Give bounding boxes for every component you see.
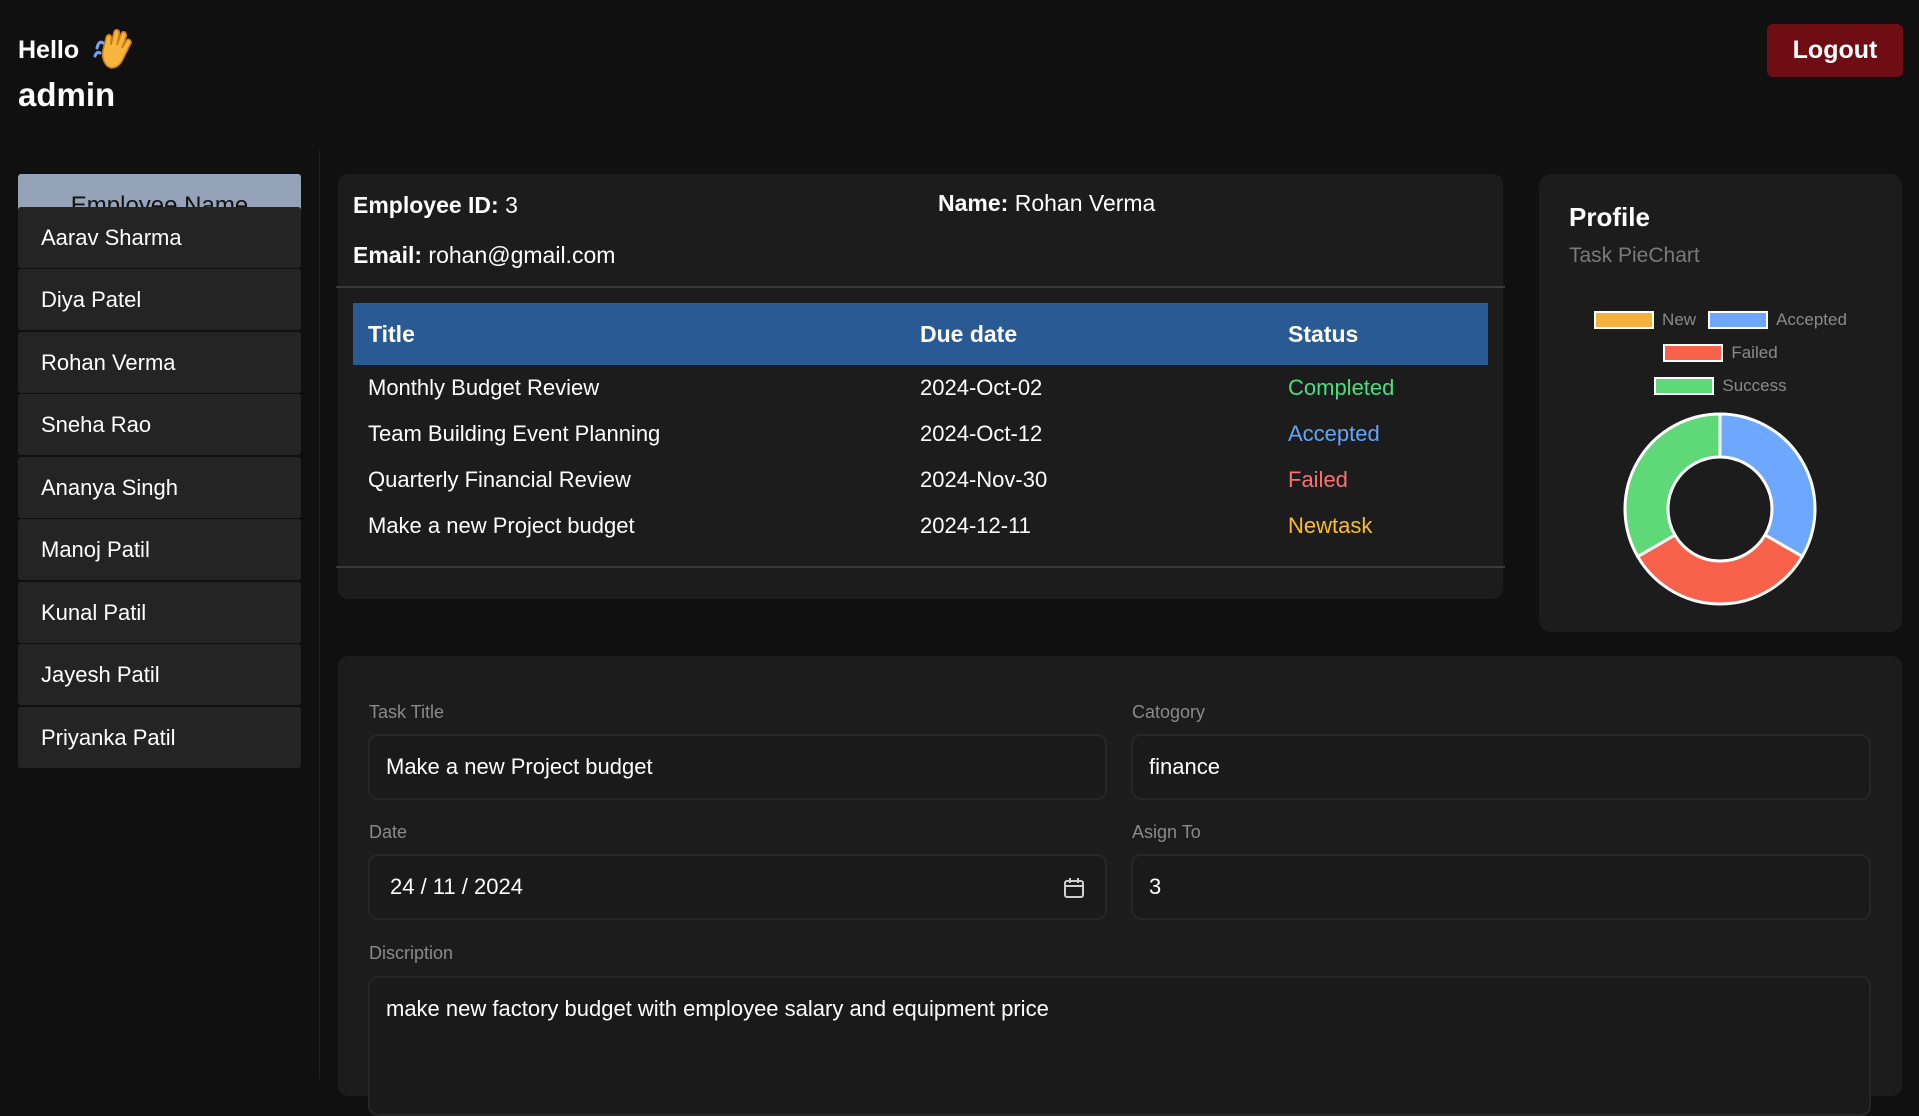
legend-label: Failed bbox=[1731, 343, 1778, 362]
pie-slice-failed[interactable] bbox=[1635, 532, 1805, 606]
legend-item-accepted[interactable]: Accepted bbox=[1708, 310, 1847, 330]
employee-name: Name: Rohan Verma bbox=[938, 190, 1155, 217]
sidebar-item-employee[interactable]: Aarav Sharma bbox=[18, 207, 301, 268]
sidebar-item-employee[interactable]: Diya Patel bbox=[18, 269, 301, 330]
legend-swatch bbox=[1663, 344, 1724, 362]
column-header-title: Title bbox=[368, 320, 415, 347]
task-title-input[interactable]: Make a new Project budget bbox=[368, 734, 1107, 800]
employee-details-panel: Employee ID: 3 Name: Rohan Verma Email: … bbox=[336, 174, 1505, 599]
table-cell-title: Make a new Project budget bbox=[368, 513, 635, 538]
divider bbox=[336, 566, 1505, 568]
employee-email-value: rohan@gmail.com bbox=[428, 242, 616, 268]
description-label: Discription bbox=[369, 943, 454, 963]
table-cell-due: 2024-Oct-02 bbox=[920, 375, 1043, 400]
task-pie-chart bbox=[1623, 412, 1817, 606]
sidebar-item-employee[interactable]: Ananya Singh bbox=[18, 457, 301, 518]
hello-text: Hello bbox=[18, 35, 80, 64]
legend-swatch bbox=[1654, 377, 1715, 395]
column-header-status: Status bbox=[1288, 320, 1359, 347]
sidebar-item-employee[interactable]: Rohan Verma bbox=[18, 332, 301, 393]
employee-name-value: Rohan Verma bbox=[1014, 190, 1156, 216]
description-textarea[interactable]: make new factory budget with employee sa… bbox=[368, 976, 1871, 1116]
employee-email-label: Email: bbox=[353, 242, 423, 268]
employee-email: Email: rohan@gmail.com bbox=[353, 242, 615, 269]
sidebar-item-employee[interactable]: Priyanka Patil bbox=[18, 707, 301, 768]
hello-line: Hello bbox=[18, 26, 139, 74]
table-cell-status: Newtask bbox=[1288, 513, 1373, 538]
assign-to-label: Asign To bbox=[1132, 822, 1201, 842]
table-row[interactable]: Quarterly Financial Review 2024-Nov-30 Fai… bbox=[353, 457, 1488, 503]
table-cell-due: 2024-Oct-12 bbox=[920, 421, 1043, 446]
calendar-icon[interactable] bbox=[1063, 877, 1085, 899]
task-title-label: Task Title bbox=[369, 702, 445, 722]
waving-hand-icon bbox=[93, 29, 132, 69]
date-input[interactable]: 24 / 11 / 2024 bbox=[368, 854, 1107, 920]
legend-item-new[interactable]: New bbox=[1594, 310, 1696, 330]
legend-item-success[interactable]: Success bbox=[1654, 376, 1787, 396]
task-table-body: Monthly Budget Review 2024-Oct-02 Complete… bbox=[353, 365, 1488, 549]
logout-button[interactable]: Logout bbox=[1767, 24, 1903, 77]
table-cell-due: 2024-Nov-30 bbox=[920, 467, 1048, 492]
employee-name-label: Name: bbox=[938, 190, 1009, 216]
legend-swatch bbox=[1594, 311, 1655, 329]
table-cell-status: Accepted bbox=[1288, 421, 1380, 446]
table-header-row: Title Due date Status bbox=[353, 303, 1488, 365]
task-pie-chart-svg bbox=[1623, 412, 1817, 606]
table-row[interactable]: Team Building Event Planning 2024-Oct-12 A… bbox=[353, 411, 1488, 457]
employee-id: Employee ID: 3 bbox=[353, 192, 518, 219]
column-header-due-date: Due date bbox=[920, 320, 1018, 347]
pie-slice-success[interactable] bbox=[1623, 412, 1722, 559]
table-cell-title: Monthly Budget Review bbox=[368, 375, 600, 400]
profile-panel: Profile Task PieChart New Accepted Faile… bbox=[1539, 174, 1902, 632]
table-row[interactable]: Make a new Project budget 2024-12-11 Newta… bbox=[353, 503, 1488, 549]
chart-legend-row: Success bbox=[1539, 376, 1902, 396]
legend-item-failed[interactable]: Failed bbox=[1663, 343, 1778, 363]
legend-label: Success bbox=[1722, 376, 1787, 395]
table-cell-title: Quarterly Financial Review bbox=[368, 467, 631, 492]
task-form-panel: Task Title Make a new Project budget Cat… bbox=[338, 656, 1902, 1116]
chart-legend-row: Failed bbox=[1539, 343, 1902, 363]
date-value: 24 / 11 / 2024 bbox=[390, 874, 523, 899]
employee-id-label: Employee ID: bbox=[353, 192, 499, 218]
legend-label: Accepted bbox=[1776, 310, 1847, 329]
greeting: Hello admin bbox=[18, 26, 139, 114]
category-label: Catogory bbox=[1132, 702, 1206, 722]
task-table: Title Due date Status Monthly Budget Rev… bbox=[353, 303, 1488, 549]
table-row[interactable]: Monthly Budget Review 2024-Oct-02 Complete… bbox=[353, 365, 1488, 411]
table-cell-due: 2024-12-11 bbox=[920, 513, 1031, 538]
table-cell-title: Team Building Event Planning bbox=[368, 421, 661, 446]
legend-swatch bbox=[1708, 311, 1769, 329]
sidebar-item-employee[interactable]: Manoj Patil bbox=[18, 519, 301, 580]
sidebar-item-employee[interactable]: Sneha Rao bbox=[18, 394, 301, 455]
profile-title: Profile bbox=[1569, 202, 1650, 232]
username: admin bbox=[18, 76, 116, 113]
table-cell-status: Completed bbox=[1288, 375, 1395, 400]
sidebar: Employee Name Aarav Sharma Diya Patel Ro… bbox=[0, 150, 320, 1079]
employee-id-value: 3 bbox=[505, 192, 518, 218]
chart-title: Task PieChart bbox=[1569, 244, 1700, 267]
legend-label: New bbox=[1662, 310, 1697, 329]
divider bbox=[336, 286, 1505, 288]
sidebar-item-employee[interactable]: Kunal Patil bbox=[18, 582, 301, 643]
table-cell-status: Failed bbox=[1288, 467, 1348, 492]
sidebar-item-employee[interactable]: Jayesh Patil bbox=[18, 644, 301, 705]
assign-to-input[interactable]: 3 bbox=[1131, 854, 1871, 920]
date-label: Date bbox=[369, 822, 408, 842]
chart-legend-row: New Accepted bbox=[1539, 310, 1902, 330]
category-input[interactable]: finance bbox=[1131, 734, 1871, 800]
